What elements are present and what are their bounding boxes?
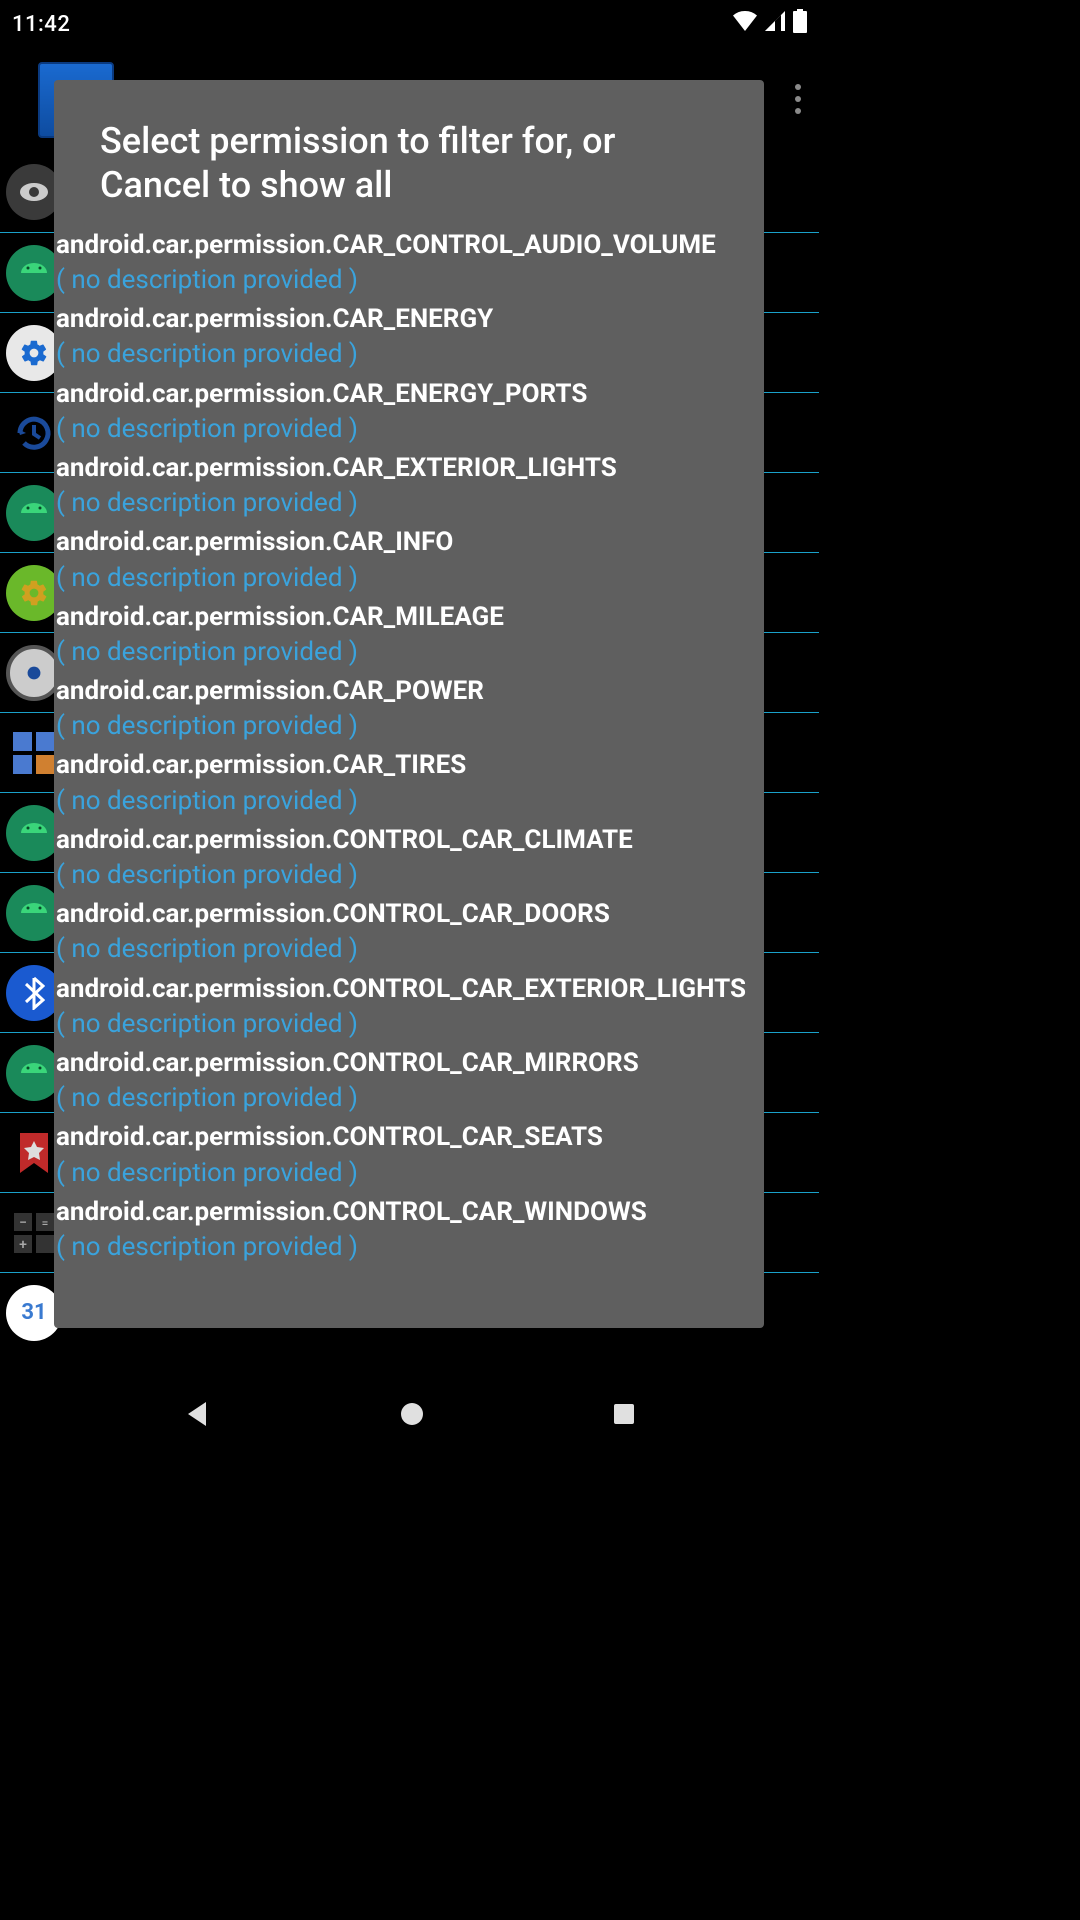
permission-item[interactable]: android.car.permission.CONTROL_CAR_SEATS… bbox=[54, 1118, 764, 1192]
permission-description: ( no description provided ) bbox=[54, 633, 764, 672]
navigation-bar bbox=[0, 1376, 819, 1456]
svg-text:−: − bbox=[19, 1215, 27, 1231]
permission-name: android.car.permission.CAR_EXTERIOR_LIGH… bbox=[54, 449, 764, 484]
permission-item[interactable]: android.car.permission.CAR_MILEAGE( no d… bbox=[54, 598, 764, 672]
permission-description: ( no description provided ) bbox=[54, 1228, 764, 1267]
permission-description: ( no description provided ) bbox=[54, 1005, 764, 1044]
permission-name: android.car.permission.CAR_CONTROL_AUDIO… bbox=[54, 226, 764, 261]
cell-signal-icon bbox=[765, 11, 785, 37]
permission-name: android.car.permission.CONTROL_CAR_CLIMA… bbox=[54, 821, 764, 856]
permission-description: ( no description provided ) bbox=[54, 1154, 764, 1193]
permission-description: ( no description provided ) bbox=[54, 261, 764, 300]
permission-name: android.car.permission.CONTROL_CAR_EXTER… bbox=[54, 970, 764, 1005]
permission-item[interactable]: android.car.permission.CAR_TIRES( no des… bbox=[54, 746, 764, 820]
permission-name: android.car.permission.CONTROL_CAR_MIRRO… bbox=[54, 1044, 764, 1079]
svg-text:+: + bbox=[19, 1237, 27, 1253]
permission-name: android.car.permission.CONTROL_CAR_DOORS bbox=[54, 895, 764, 930]
permission-item[interactable]: android.car.permission.CONTROL_CAR_WINDO… bbox=[54, 1193, 764, 1267]
permission-item[interactable]: android.car.permission.CAR_ENERGY( no de… bbox=[54, 300, 764, 374]
svg-text:=: = bbox=[42, 1216, 49, 1230]
permission-description: ( no description provided ) bbox=[54, 1079, 764, 1118]
gear-icon bbox=[88, 9, 112, 39]
recent-button[interactable] bbox=[612, 1402, 636, 1430]
permission-name: android.car.permission.CONTROL_CAR_SEATS bbox=[54, 1118, 764, 1153]
permission-name: android.car.permission.CAR_TIRES bbox=[54, 746, 764, 781]
permission-name: android.car.permission.CONTROL_CAR_WINDO… bbox=[54, 1193, 764, 1228]
permission-name: android.car.permission.CAR_POWER bbox=[54, 672, 764, 707]
permission-item[interactable]: android.car.permission.CAR_CONTROL_AUDIO… bbox=[54, 226, 764, 300]
permission-description: ( no description provided ) bbox=[54, 559, 764, 598]
back-button[interactable] bbox=[184, 1400, 212, 1432]
permission-item[interactable]: android.car.permission.CONTROL_CAR_DOORS… bbox=[54, 895, 764, 969]
permission-description: ( no description provided ) bbox=[54, 782, 764, 821]
clock: 11:42 bbox=[12, 12, 70, 37]
permission-item[interactable]: android.car.permission.CAR_EXTERIOR_LIGH… bbox=[54, 449, 764, 523]
permission-description: ( no description provided ) bbox=[54, 335, 764, 374]
wifi-icon bbox=[733, 11, 757, 37]
permission-description: ( no description provided ) bbox=[54, 707, 764, 746]
permission-name: android.car.permission.CAR_ENERGY_PORTS bbox=[54, 375, 764, 410]
permission-description: ( no description provided ) bbox=[54, 930, 764, 969]
permission-description: ( no description provided ) bbox=[54, 484, 764, 523]
permission-item[interactable]: android.car.permission.CONTROL_CAR_CLIMA… bbox=[54, 821, 764, 895]
permission-description: ( no description provided ) bbox=[54, 856, 764, 895]
status-bar: 11:42 bbox=[0, 0, 819, 48]
permission-name: android.car.permission.CAR_INFO bbox=[54, 523, 764, 558]
permission-item[interactable]: android.car.permission.CONTROL_CAR_MIRRO… bbox=[54, 1044, 764, 1118]
home-button[interactable] bbox=[399, 1401, 425, 1431]
permission-name: android.car.permission.CAR_MILEAGE bbox=[54, 598, 764, 633]
permission-filter-dialog: Select permission to filter for, or Canc… bbox=[54, 80, 764, 1328]
permission-list[interactable]: android.car.permission.CAR_CONTROL_AUDIO… bbox=[54, 226, 764, 1267]
permission-item[interactable]: android.car.permission.CONTROL_CAR_EXTER… bbox=[54, 970, 764, 1044]
overflow-menu-button[interactable] bbox=[795, 84, 801, 114]
permission-item[interactable]: android.car.permission.CAR_ENERGY_PORTS(… bbox=[54, 375, 764, 449]
permission-item[interactable]: android.car.permission.CAR_INFO( no desc… bbox=[54, 523, 764, 597]
battery-icon bbox=[793, 9, 807, 39]
permission-name: android.car.permission.CAR_ENERGY bbox=[54, 300, 764, 335]
permission-item[interactable]: android.car.permission.CAR_POWER( no des… bbox=[54, 672, 764, 746]
permission-description: ( no description provided ) bbox=[54, 410, 764, 449]
dialog-title: Select permission to filter for, or Canc… bbox=[54, 120, 764, 226]
